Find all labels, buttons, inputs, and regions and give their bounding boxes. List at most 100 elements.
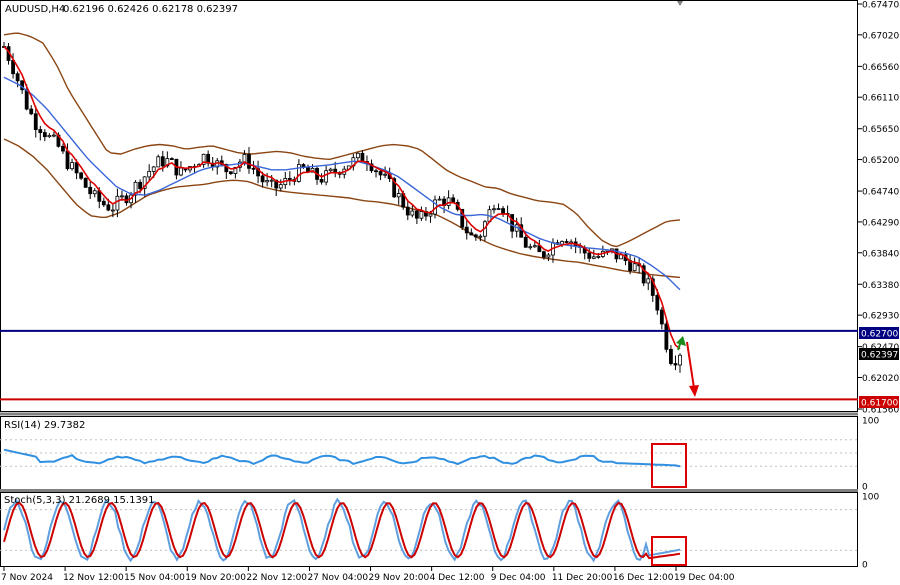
candle-body — [52, 134, 56, 137]
x-tick-label: 19 Dec 04:00 — [674, 573, 735, 583]
candle-body — [120, 195, 124, 198]
candle-body — [296, 164, 301, 182]
candle-body — [469, 232, 474, 236]
candle-body — [70, 162, 74, 170]
rsi-axis-label: 0 — [862, 483, 868, 493]
candle — [414, 209, 419, 225]
y-tick-label: 0.63840 — [862, 249, 899, 259]
bollinger-upper-line — [3, 32, 681, 248]
candle-body — [541, 251, 546, 258]
candle — [296, 159, 301, 183]
candle-body — [169, 158, 174, 160]
candle — [179, 161, 183, 177]
candle — [410, 205, 415, 218]
candle-body — [523, 236, 528, 248]
x-tick-label: 22 Nov 12:00 — [246, 573, 307, 583]
candle-body — [92, 190, 97, 195]
y-tick-label: 0.62930 — [862, 312, 899, 322]
candle-body — [251, 167, 256, 170]
candle-body — [319, 178, 324, 183]
candle — [156, 154, 161, 168]
candle-body — [678, 354, 682, 366]
candle — [70, 158, 74, 171]
candle — [256, 160, 260, 184]
candle — [133, 180, 138, 203]
x-tick-label: 16 Dec 12:00 — [613, 573, 674, 583]
candle — [29, 105, 34, 116]
candle-body — [510, 214, 515, 232]
y-tick-label: 0.65650 — [862, 125, 899, 135]
candle-body — [528, 246, 533, 249]
y-tick-label: 0.64740 — [862, 188, 899, 198]
candle — [496, 203, 501, 210]
candle-body — [419, 211, 424, 219]
stoch-axis-label: 0 — [862, 561, 868, 571]
candle-body — [659, 309, 664, 325]
candle-body — [673, 363, 678, 366]
candle — [469, 228, 474, 236]
candle-body — [110, 209, 115, 212]
candle — [424, 206, 428, 221]
candle-body — [42, 132, 47, 138]
candle-body — [324, 170, 329, 183]
candle — [396, 188, 401, 205]
y-tick-label: 0.66560 — [862, 63, 899, 73]
candle-body — [47, 135, 52, 138]
candle-body — [646, 278, 651, 284]
candle-body — [61, 145, 65, 152]
candle-body — [451, 197, 456, 203]
candle-body — [79, 172, 84, 179]
candle — [473, 233, 478, 241]
candle — [492, 204, 496, 214]
candle — [673, 355, 678, 371]
red-down-arrow — [686, 341, 699, 397]
candle — [192, 163, 197, 173]
candle — [174, 158, 179, 180]
candle-body — [378, 171, 383, 176]
candle-body — [38, 129, 43, 133]
candle — [483, 219, 487, 242]
rsi-label: RSI(14) 29.7382 — [4, 420, 85, 431]
candle-body — [669, 348, 673, 364]
bollinger-lower-line — [3, 138, 681, 279]
candle — [419, 206, 424, 221]
candle-body — [228, 171, 233, 174]
candle-body — [632, 263, 637, 272]
chart-shift-marker[interactable] — [677, 1, 683, 6]
candle — [247, 147, 251, 174]
candle — [47, 133, 52, 139]
x-tick-label: 11 Dec 20:00 — [552, 573, 613, 583]
candle — [315, 166, 319, 185]
rsi-line — [3, 448, 681, 468]
candle-body — [496, 208, 501, 210]
rsi-panel-frame — [0, 416, 858, 490]
candle-body — [410, 210, 415, 216]
candle — [360, 150, 365, 162]
candle — [374, 168, 378, 178]
candle-body — [360, 152, 365, 162]
candle — [659, 307, 664, 330]
candle — [287, 171, 292, 186]
green-up-arrow — [676, 336, 686, 351]
ohlc-readout: 0.62196 0.62426 0.62178 0.62397 — [63, 4, 238, 15]
candle-body — [492, 208, 496, 211]
candle-body — [437, 198, 442, 201]
candle-body — [383, 173, 388, 176]
current-price-label: 0.62397 — [861, 351, 898, 361]
candle-body — [179, 167, 183, 176]
candle-body — [65, 150, 70, 170]
x-tick-label: 9 Dec 04:00 — [491, 573, 546, 583]
candle-body — [473, 234, 478, 238]
y-tick-label: 0.66110 — [862, 94, 899, 104]
main-panel-frame — [0, 0, 858, 412]
candle-body — [260, 175, 265, 183]
candle-body — [564, 241, 569, 243]
candle — [501, 206, 505, 217]
candle-body — [88, 186, 93, 195]
candle-body — [405, 206, 410, 216]
candle — [669, 345, 673, 366]
candle — [632, 257, 637, 272]
candle — [79, 171, 84, 181]
price-chart: 1000 1000 0.674700.670200.665600.661100.… — [0, 0, 899, 583]
candle-body — [160, 156, 165, 167]
